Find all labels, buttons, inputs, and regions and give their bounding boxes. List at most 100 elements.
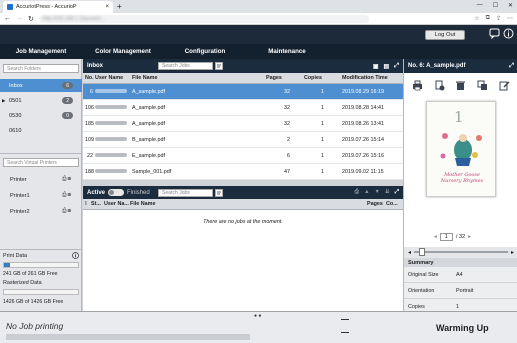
print-data-meter-fill <box>4 263 10 267</box>
tab-close-icon[interactable]: × <box>105 4 109 10</box>
printer-item[interactable]: Printer1 ⎙⊞ <box>0 188 82 203</box>
info-icon[interactable] <box>72 252 79 259</box>
thumbnail-area: 1 Mother Goose Nursery Rhymes ◂ 1 / 32 ▸ <box>404 97 517 247</box>
printer-item[interactable]: Printer ⎙⊞ <box>0 172 82 187</box>
splitter-handle-icon[interactable]: ● ● <box>254 313 261 319</box>
expand-icon[interactable]: ⤢ <box>509 63 514 70</box>
reload-icon[interactable]: ↻ <box>28 15 34 23</box>
printer-settings-icon[interactable]: ⎙⊞ <box>62 208 72 215</box>
info-icon[interactable] <box>503 28 514 39</box>
printer-label: Printer1 <box>10 192 30 199</box>
inbox-search-input[interactable]: Search Jobs <box>158 62 213 70</box>
page-number-input[interactable]: 1 <box>439 233 453 241</box>
delete-icon[interactable]: ▤ <box>384 63 390 70</box>
status-separator <box>341 319 349 320</box>
table-row[interactable]: 106 A_sample.pdf 32 1 2019.08.28 14:41 <box>83 100 403 116</box>
forward-icon[interactable]: → <box>16 15 23 22</box>
table-row[interactable]: 109 B_sample.pdf 2 1 2019.07.26 15:14 <box>83 132 403 148</box>
active-search-placeholder: Search Jobs <box>162 190 190 196</box>
col-copies[interactable]: Copies <box>304 75 342 81</box>
menu-maintenance[interactable]: Maintenance <box>246 44 328 59</box>
folder-item-inbox[interactable]: Inbox 6 <box>0 79 82 92</box>
edit-icon[interactable] <box>499 80 510 91</box>
cell-copies: 1 <box>321 168 324 175</box>
cell-pages: 6 <box>287 152 290 159</box>
search-folders-input[interactable]: Search Folders <box>3 64 79 73</box>
col-status[interactable]: St... <box>91 201 104 207</box>
zoom-slider[interactable] <box>414 248 508 256</box>
folder-add-icon[interactable]: ▣ <box>373 63 379 70</box>
folder-label: 0610 <box>9 127 22 134</box>
table-row[interactable]: 185 A_sample.pdf 32 1 2019.08.26 13:41 <box>83 116 403 132</box>
delete-icon[interactable] <box>455 80 466 91</box>
maximize-icon[interactable]: ☐ <box>493 2 498 9</box>
cell-pages: 32 <box>284 104 290 111</box>
cell-user-name-redacted <box>95 104 132 111</box>
cell-file-name: E_sample.pdf <box>132 152 165 159</box>
window-close-icon[interactable]: ✕ <box>508 2 513 9</box>
search-filter-icon[interactable] <box>215 62 223 70</box>
col-user-name[interactable]: User Na... <box>104 201 130 207</box>
printer-settings-icon[interactable]: ⎙⊞ <box>62 176 72 183</box>
printer-item[interactable]: Printer2 ⎙⊞ <box>0 204 82 219</box>
share-icon[interactable]: ⇪ <box>496 15 501 22</box>
folder-item-0530[interactable]: 0530 0 <box>0 109 82 122</box>
table-row[interactable]: 188 Sample_001.pdf 47 1 2019.09.02 11:15 <box>83 164 403 180</box>
finished-tab[interactable]: Finished <box>127 190 150 196</box>
col-user-name[interactable]: User Name <box>95 75 132 81</box>
collections-icon[interactable]: ⧉ <box>486 15 490 22</box>
col-copies[interactable]: Co... <box>386 201 400 207</box>
job-control-icon[interactable]: ⎙ <box>355 189 359 196</box>
menu-job-management[interactable]: Job Management <box>0 44 82 59</box>
menu-color-management[interactable]: Color Management <box>82 44 164 59</box>
search-filter-icon[interactable] <box>215 189 223 197</box>
col-pages[interactable]: Pages <box>367 201 386 207</box>
folder-count-badge: 2 <box>62 97 73 104</box>
table-row[interactable]: 6 A_sample.pdf 32 1 2019.08.29 16:19 <box>83 84 403 100</box>
zoom-slider-thumb[interactable] <box>419 248 426 256</box>
expand-arrow-icon[interactable]: ▶ <box>2 98 5 104</box>
minimize-icon[interactable]: — <box>477 2 483 9</box>
thumbnail-page-number: 1 <box>454 108 464 126</box>
move-down-icon[interactable]: ▼ <box>375 189 380 196</box>
printer-settings-icon[interactable]: ⎙⊞ <box>62 192 72 199</box>
search-printers-input[interactable]: Search Virtual Printers <box>3 158 79 167</box>
zoom-out-icon[interactable]: ◂ <box>408 249 411 256</box>
col-pages[interactable]: Pages <box>266 75 304 81</box>
print-icon[interactable] <box>412 80 423 91</box>
active-tab[interactable]: Active <box>87 190 105 196</box>
chat-help-icon[interactable] <box>489 28 500 39</box>
col-file-name[interactable]: File Name <box>130 201 367 207</box>
active-column-header: ⁞ St... User Na... File Name Pages Co... <box>83 199 403 210</box>
folder-count-badge: 0 <box>62 112 73 119</box>
page-thumbnail[interactable]: 1 Mother Goose Nursery Rhymes <box>426 101 496 197</box>
cell-user-name-redacted <box>95 88 132 95</box>
url-input[interactable]: http://192.168.1.1/accurio/... <box>38 14 369 23</box>
more-icon[interactable]: ⋯ <box>507 15 513 22</box>
browser-tab[interactable]: AccuriotPress - AccurioP × <box>3 1 113 13</box>
priority-icon[interactable]: ▲ <box>364 189 369 196</box>
logout-button[interactable]: Log Out <box>425 30 465 40</box>
cell-file-name: A_sample.pdf <box>132 88 165 95</box>
folder-item-0610[interactable]: 0610 <box>0 124 82 137</box>
folder-item-0501[interactable]: ▶ 0501 2 <box>0 94 82 107</box>
expand-icon[interactable]: ⤢ <box>395 189 399 196</box>
active-search-input[interactable]: Search Jobs <box>158 189 213 197</box>
favorites-icon[interactable]: ☆ <box>474 15 479 22</box>
zoom-in-icon[interactable]: ▸ <box>511 249 514 256</box>
expand-icon[interactable]: ⤢ <box>394 63 399 70</box>
col-file-name[interactable]: File Name <box>132 75 266 81</box>
hold-print-icon[interactable] <box>434 80 445 91</box>
copy-job-icon[interactable] <box>477 80 488 91</box>
active-finished-toggle[interactable] <box>108 189 125 196</box>
move-bottom-icon[interactable]: ⇊ <box>385 189 390 196</box>
back-icon[interactable]: ← <box>4 15 11 22</box>
new-tab-button[interactable]: + <box>117 2 122 11</box>
table-row[interactable]: 22 E_sample.pdf 6 1 2019.07.26 15:16 <box>83 148 403 164</box>
detail-title: No. 6: A_sample.pdf <box>408 63 466 69</box>
next-page-icon[interactable]: ▸ <box>468 234 471 240</box>
col-modification-time[interactable]: Modification Time <box>342 75 400 81</box>
menu-configuration[interactable]: Configuration <box>164 44 246 59</box>
col-no[interactable]: No. <box>83 75 95 81</box>
prev-page-icon[interactable]: ◂ <box>434 234 437 240</box>
